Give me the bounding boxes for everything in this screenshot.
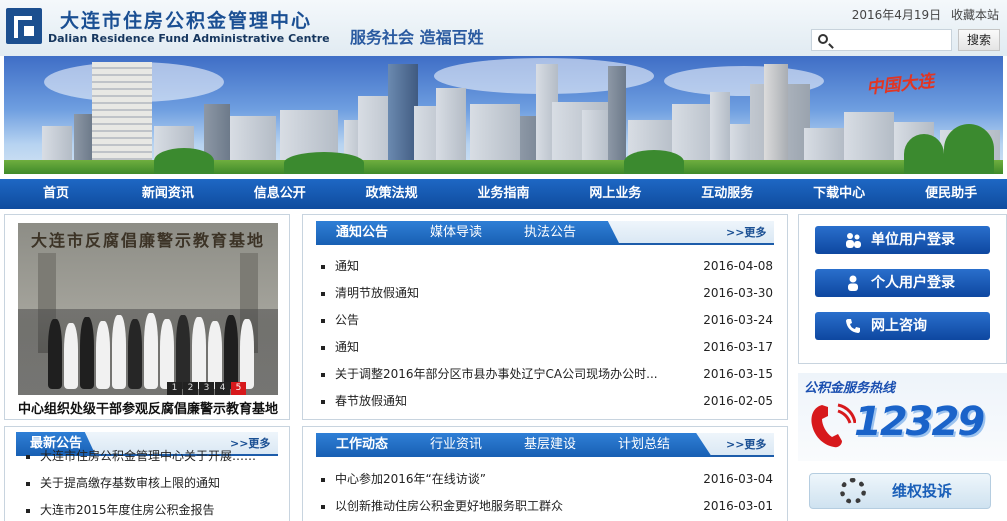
tab-summary[interactable]: 计划总结 <box>618 433 670 457</box>
complaint-button[interactable]: 维权投诉 <box>809 473 991 509</box>
tab-grassroots[interactable]: 基层建设 <box>524 433 576 457</box>
pager-dot[interactable]: 2 <box>183 382 198 395</box>
slogan: 服务社会 造福百姓 <box>350 28 484 47</box>
search-button[interactable]: 搜索 <box>958 29 1000 51</box>
hotline-number: 12329 <box>854 399 985 445</box>
notice-tabbar: 通知公告 媒体导读 执法公告 >>更多 <box>316 221 774 245</box>
tab-media[interactable]: 媒体导读 <box>430 221 482 245</box>
list-item[interactable]: 大连市2015年度住房公积金报告 <box>26 497 276 521</box>
banner-logo-text: 中国大连 <box>865 71 936 99</box>
nav-item-online[interactable]: 网上业务 <box>559 179 671 209</box>
site-title-en: Dalian Residence Fund Administrative Cen… <box>48 32 330 45</box>
nav-item-interaction[interactable]: 互动服务 <box>671 179 783 209</box>
list-item[interactable]: 关于调整2016年部分区市县办事处辽宁CA公司现场办公时... 2016-03-1… <box>321 361 773 388</box>
pager-dot[interactable]: 4 <box>215 382 230 395</box>
search-icon <box>818 34 828 44</box>
city-banner: 中国大连 <box>4 56 1003 174</box>
latest-list: 大连市住房公积金管理中心关于开展…… 关于提高缴存基数审核上限的通知 大连市20… <box>26 443 276 521</box>
current-date: 2016年4月19日 <box>851 8 942 22</box>
main-nav: 首页 新闻资讯 信息公开 政策法规 业务指南 网上业务 互动服务 下载中心 便民… <box>0 179 1007 209</box>
favorite-link[interactable]: 收藏本站 <box>951 8 999 22</box>
complaint-label: 维权投诉 <box>892 482 953 500</box>
tab-industry[interactable]: 行业资讯 <box>430 433 482 457</box>
tab-enforcement[interactable]: 执法公告 <box>524 221 576 245</box>
photo-pager: 1 2 3 4 5 <box>166 382 246 395</box>
photo-sign-text: 大连市反腐倡廉警示教育基地 <box>30 231 265 250</box>
logo-icon[interactable] <box>6 8 42 44</box>
list-item[interactable]: 通知 2016-04-08 <box>321 253 773 280</box>
list-item[interactable]: 公告 2016-03-24 <box>321 307 773 334</box>
site-title-cn[interactable]: 大连市住房公积金管理中心 <box>60 6 312 33</box>
list-item[interactable]: 春节放假通知 2016-02-05 <box>321 388 773 415</box>
work-more-link[interactable]: >>更多 <box>726 433 766 457</box>
work-list: 中心参加2016年“在线访谈” 2016-03-04 以创新推动住房公积金更好地服… <box>321 466 773 520</box>
telephone-icon <box>811 403 856 448</box>
user-icon <box>848 275 858 291</box>
personal-login-label: 个人用户登录 <box>871 275 955 291</box>
hotline-banner[interactable]: 公积金服务热线 12329 <box>798 373 1007 461</box>
unit-login-button[interactable]: 单位用户登录 <box>815 226 990 254</box>
nav-item-policy[interactable]: 政策法规 <box>336 179 448 209</box>
phone-icon <box>846 319 860 333</box>
list-item[interactable]: 关于提高缴存基数审核上限的通知 <box>26 470 276 497</box>
list-item[interactable]: 大连市住房公积金管理中心关于开展…… <box>26 443 276 470</box>
nav-item-disclosure[interactable]: 信息公开 <box>224 179 336 209</box>
pager-dot[interactable]: 3 <box>199 382 214 395</box>
online-consult-label: 网上咨询 <box>871 318 927 334</box>
news-photo[interactable]: 大连市反腐倡廉警示教育基地 <box>18 223 278 395</box>
list-item[interactable]: 通知 2016-03-17 <box>321 334 773 361</box>
group-users-icon <box>846 233 861 248</box>
list-item[interactable]: 以创新推动住房公积金更好地服务职工群众 2016-03-01 <box>321 493 773 520</box>
tab-work[interactable]: 工作动态 <box>336 433 388 457</box>
tab-notice[interactable]: 通知公告 <box>336 221 388 245</box>
search-box[interactable] <box>811 29 952 51</box>
pager-dot-active[interactable]: 5 <box>231 382 246 395</box>
nav-item-home[interactable]: 首页 <box>0 179 112 209</box>
nav-item-download[interactable]: 下载中心 <box>783 179 895 209</box>
work-tabbar: 工作动态 行业资讯 基层建设 计划总结 >>更多 <box>316 433 774 457</box>
top-links: 2016年4月19日 收藏本站 <box>846 6 999 23</box>
search-input[interactable] <box>834 32 949 48</box>
unit-login-label: 单位用户登录 <box>871 232 955 248</box>
site-header: 大连市住房公积金管理中心 Dalian Residence Fund Admin… <box>0 0 1007 56</box>
nav-item-guide[interactable]: 业务指南 <box>448 179 560 209</box>
notice-more-link[interactable]: >>更多 <box>726 221 766 245</box>
notice-list: 通知 2016-04-08 清明节放假通知 2016-03-30 公告 2016-03… <box>321 253 773 415</box>
list-item[interactable]: 中心参加2016年“在线访谈” 2016-03-04 <box>321 466 773 493</box>
hotline-title: 公积金服务热线 <box>804 381 896 396</box>
online-consult-button[interactable]: 网上咨询 <box>815 312 990 340</box>
pager-dot[interactable]: 1 <box>167 382 182 395</box>
photo-caption[interactable]: 中心组织处级干部参观反腐倡廉警示教育基地 <box>18 398 280 417</box>
nav-item-helper[interactable]: 便民助手 <box>895 179 1007 209</box>
nav-item-news[interactable]: 新闻资讯 <box>112 179 224 209</box>
personal-login-button[interactable]: 个人用户登录 <box>815 269 990 297</box>
gear-icon <box>840 478 866 504</box>
list-item[interactable]: 清明节放假通知 2016-03-30 <box>321 280 773 307</box>
